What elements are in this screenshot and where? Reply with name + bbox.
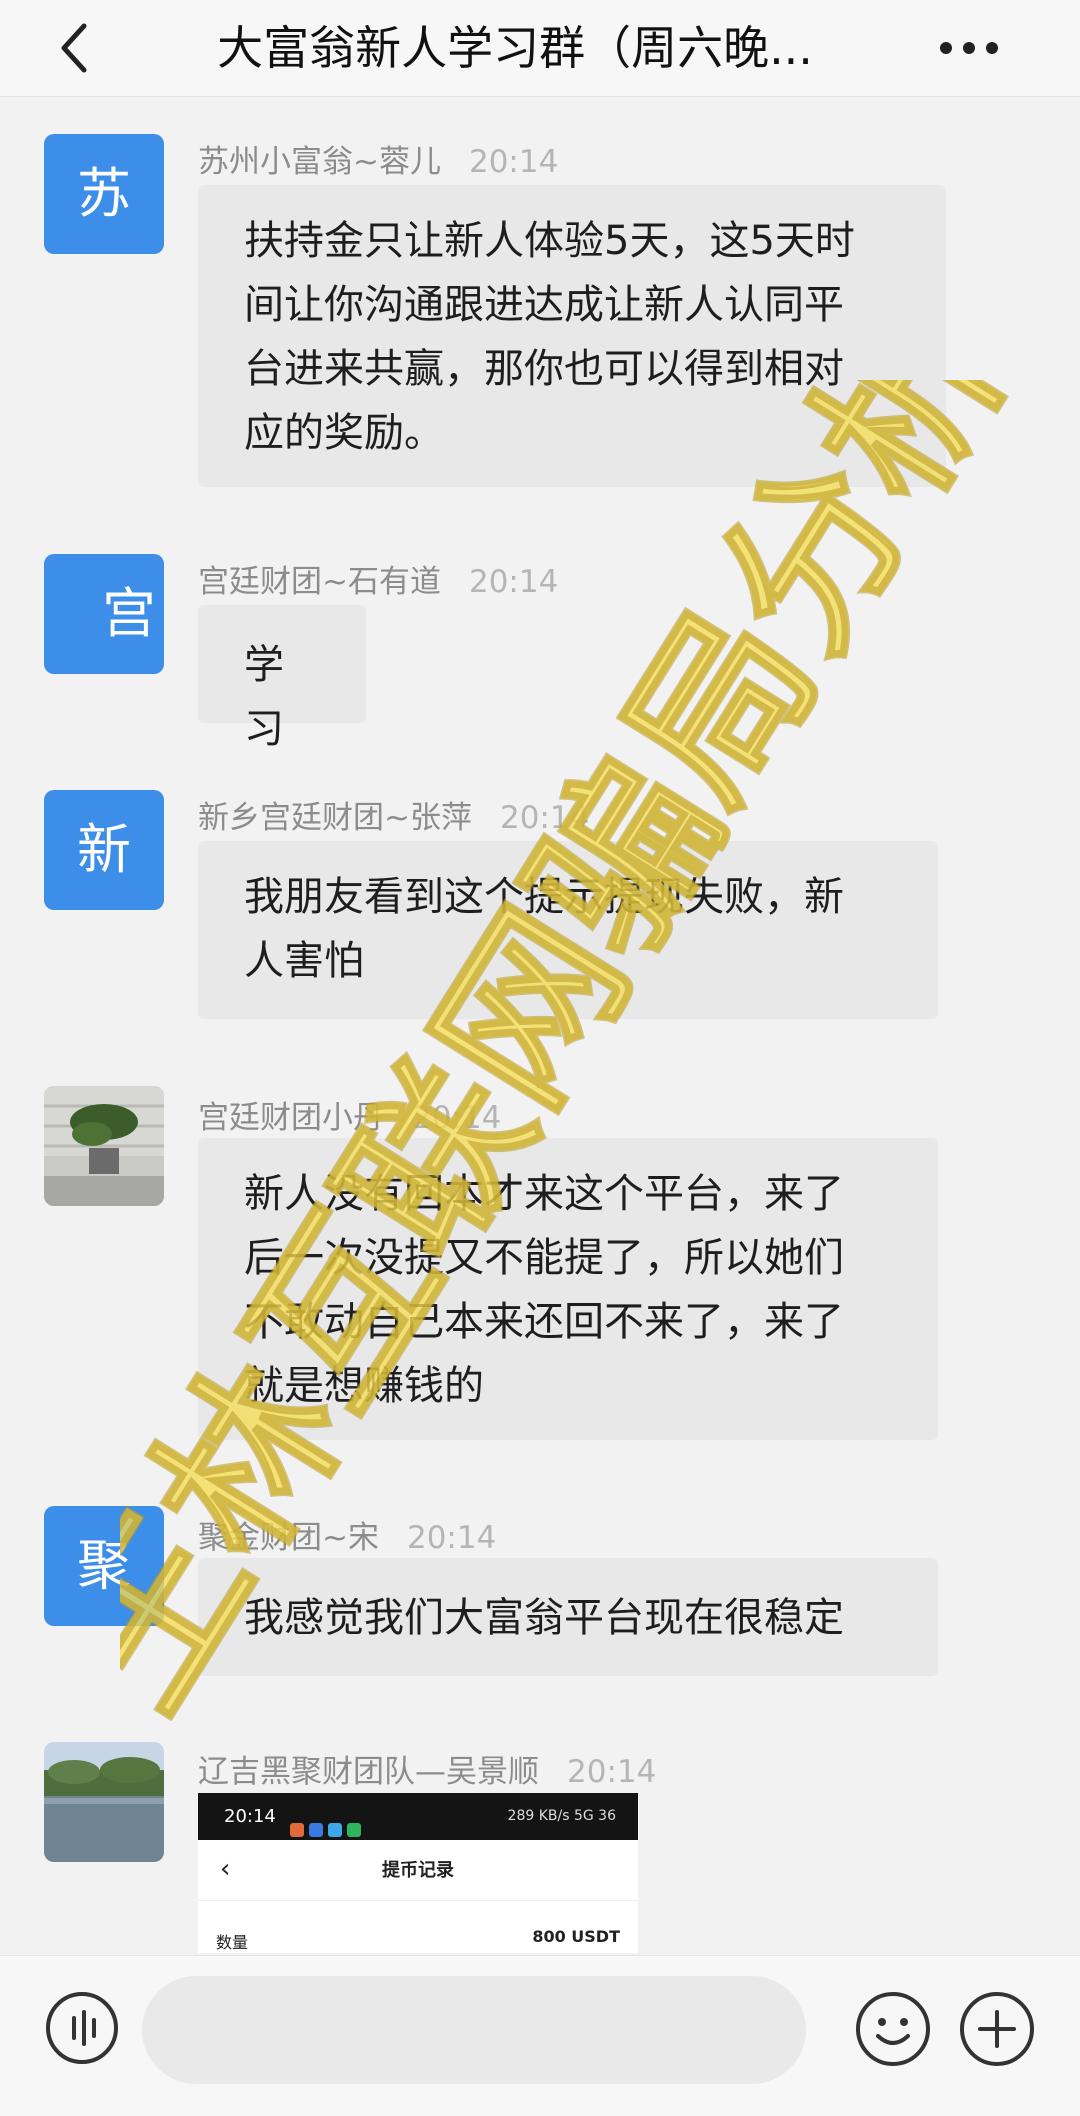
sender-name: 聚金财团~宋	[198, 1520, 379, 1556]
sender-name: 新乡宫廷财团~张萍	[198, 800, 472, 836]
message-time: 20:14	[468, 144, 559, 180]
sender-meta: 辽吉黑聚财团队—吴景顺 20:14	[198, 1746, 656, 1791]
status-indicators: 289 KB/s 5G 36	[507, 1808, 616, 1824]
chat-title: 大富翁新人学习群（周六晚...	[217, 21, 813, 75]
avatar[interactable]: 新	[44, 790, 164, 910]
message-bubble[interactable]: 我感觉我们大富翁平台现在很稳定	[198, 1558, 938, 1676]
lake-photo-icon	[44, 1742, 164, 1862]
avatar[interactable]	[44, 1742, 164, 1862]
message-time: 20:14	[567, 1754, 657, 1790]
message-time: 20:14	[468, 564, 559, 600]
sender-meta: 宫廷财团~石有道 20:14	[198, 556, 558, 601]
sender-meta: 宫廷财团小丹 20:14	[198, 1092, 501, 1137]
voice-icon[interactable]	[44, 1990, 120, 2066]
emoji-icon[interactable]	[854, 1990, 932, 2068]
embedded-status-bar: 20:14 289 KB/s 5G 36	[198, 1793, 638, 1840]
image-message[interactable]: 20:14 289 KB/s 5G 36 ‹ 提币记录 数量 800 USDT	[198, 1793, 638, 1953]
sender-name: 宫廷财团~石有道	[198, 564, 441, 600]
message-bubble[interactable]: 新人没有回本才来这个平台，来了 后一次没提又不能提了，所以她们 不敢动自己本来还…	[198, 1138, 938, 1440]
embedded-title: 提币记录	[382, 1860, 454, 1881]
message-time: 20:14	[412, 1100, 502, 1136]
sender-meta: 聚金财团~宋 20:14	[198, 1512, 496, 1557]
sender-meta: 苏州小富翁~蓉儿 20:14	[198, 136, 558, 181]
sender-name: 苏州小富翁~蓉儿	[198, 144, 441, 180]
chat-header: 大富翁新人学习群（周六晚...	[0, 0, 1080, 97]
sender-meta: 新乡宫廷财团~张萍 20:14	[198, 792, 589, 837]
message-time: 20:14	[406, 1520, 497, 1556]
message-bubble[interactable]: 我朋友看到这个提示提现失败，新 人害怕	[198, 841, 938, 1019]
back-icon[interactable]	[52, 18, 102, 78]
embedded-row: 数量 800 USDT	[216, 1927, 620, 1952]
sender-name: 辽吉黑聚财团队—吴景顺	[198, 1754, 539, 1790]
avatar[interactable]: 苏	[44, 134, 164, 254]
avatar[interactable]	[44, 1086, 164, 1206]
embedded-nav: ‹ 提币记录	[198, 1840, 638, 1901]
avatar[interactable]: 聚	[44, 1506, 164, 1626]
plant-photo-icon	[44, 1086, 164, 1206]
more-icon[interactable]	[938, 26, 1000, 70]
input-bar	[0, 1955, 1080, 2116]
message-bubble[interactable]: 学习	[198, 605, 366, 752]
message-input[interactable]	[142, 1976, 806, 2084]
avatar[interactable]: 宫	[44, 554, 164, 674]
message-bubble[interactable]: 扶持金只让新人体验5天，这5天时 间让你沟通跟进达成让新人认同平 台进来共赢，那…	[198, 185, 946, 487]
sender-name: 宫廷财团小丹	[198, 1100, 384, 1136]
plus-icon[interactable]	[958, 1990, 1036, 2068]
message-time: 20:14	[499, 800, 590, 836]
